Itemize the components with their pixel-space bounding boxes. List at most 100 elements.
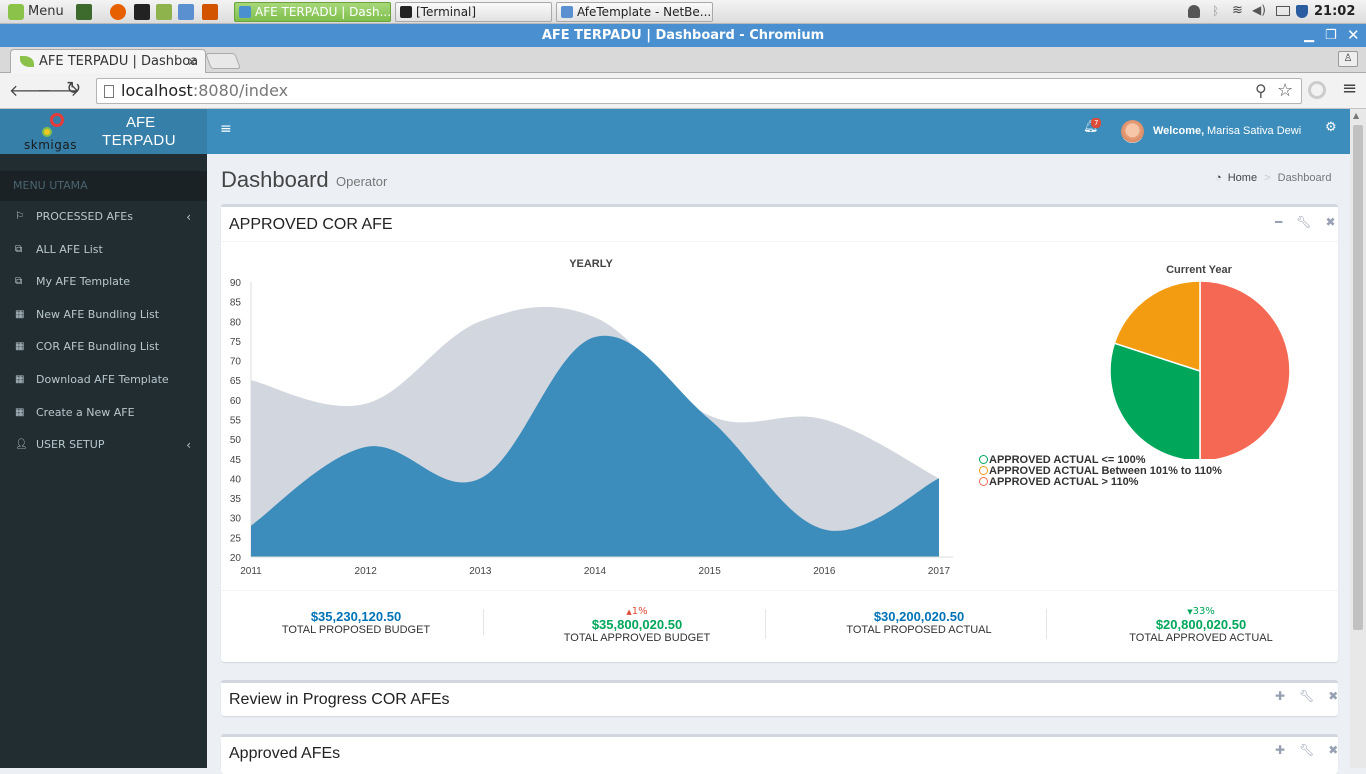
- taskbar-window-netbeans[interactable]: AfeTemplate - NetBe...: [556, 2, 713, 22]
- wrench-icon[interactable]: 🔧︎: [1296, 215, 1311, 229]
- wrench-icon[interactable]: 🔧︎: [1299, 689, 1314, 703]
- sidebar-item-my-afe-template[interactable]: ⧉ My AFE Template: [0, 266, 207, 298]
- remove-icon[interactable]: ✖: [1328, 743, 1338, 757]
- battery-icon[interactable]: [1276, 6, 1290, 16]
- new-tab-button[interactable]: [205, 53, 241, 69]
- sidebar-item-label: ALL AFE List: [36, 243, 103, 256]
- sidebar-item-processed-afes[interactable]: ⚐ PROCESSED AFEs ‹: [0, 201, 207, 233]
- terminal-icon[interactable]: [134, 4, 150, 20]
- remove-icon[interactable]: ✖: [1325, 215, 1335, 229]
- expand-icon[interactable]: ✚: [1275, 689, 1285, 703]
- notifications-button[interactable]: 🔔︎ 7: [1083, 118, 1107, 143]
- browser-tab[interactable]: AFE TERPADU | Dashboa ✕: [10, 49, 206, 74]
- user-tray-icon[interactable]: [1188, 5, 1200, 18]
- taskbar-window-chromium[interactable]: AFE TERPADU | Dash...: [234, 2, 391, 22]
- window-title: AFE TERPADU | Dashboard - Chromium: [541, 28, 825, 43]
- gears-icon[interactable]: ⚙: [1325, 120, 1337, 135]
- sidebar-item-cor-afe-bundling[interactable]: ▦ COR AFE Bundling List: [0, 331, 207, 363]
- brand-line1: AFE: [126, 114, 156, 131]
- x-tick-label: 2017: [928, 566, 951, 577]
- kpi-change: ▼33%: [1071, 607, 1331, 617]
- app-logo[interactable]: skmigas AFE TERPADU: [0, 109, 207, 154]
- close-window-icon[interactable]: ✕: [1347, 24, 1360, 47]
- sidebar-item-download-afe-template[interactable]: ▦ Download AFE Template: [0, 364, 207, 396]
- box-tools: ━ 🔧︎ ✖: [1261, 215, 1336, 229]
- user-menu[interactable]: Welcome, Marisa Sativa Dewi: [1121, 120, 1321, 144]
- sidebar-item-label: Download AFE Template: [36, 373, 169, 386]
- legend-circle-icon: [979, 477, 988, 486]
- legend-circle-icon: [979, 455, 988, 464]
- bluetooth-icon[interactable]: ᛒ: [1212, 4, 1219, 18]
- scroll-up-icon[interactable]: ▲: [1353, 111, 1359, 120]
- user-name: Marisa Sativa Dewi: [1207, 125, 1302, 137]
- kpi-divider: [1046, 609, 1047, 639]
- scrollbar-thumb[interactable]: [1353, 125, 1363, 630]
- breadcrumb-home[interactable]: Home: [1228, 172, 1257, 184]
- address-bar[interactable]: localhost:8080/index ⚲ ☆: [96, 78, 1302, 104]
- sidebar-toggle-icon[interactable]: ≡: [220, 121, 232, 137]
- sidebar-item-new-afe-bundling[interactable]: ▦ New AFE Bundling List: [0, 299, 207, 331]
- window-titlebar: AFE TERPADU | Dashboard - Chromium ▁ ❐ ✕: [0, 24, 1366, 47]
- bookmark-star-icon[interactable]: ☆: [1277, 79, 1293, 103]
- clock[interactable]: 21:02: [1314, 4, 1355, 19]
- reload-icon[interactable]: ↻: [66, 78, 81, 99]
- sidebar-item-label: COR AFE Bundling List: [36, 340, 160, 353]
- chevron-left-icon: ‹: [186, 438, 191, 452]
- pie-slice[interactable]: [1199, 280, 1291, 459]
- review-in-progress-box: Review in Progress COR AFEs ✚ 🔧︎ ✖: [221, 680, 1338, 716]
- menu-button[interactable]: Menu: [4, 2, 68, 22]
- taskbar-window-label: AFE TERPADU | Dash...: [255, 5, 391, 19]
- box-tools: ✚ 🔧︎ ✖: [1261, 743, 1338, 757]
- x-tick-label: 2015: [699, 566, 722, 577]
- minimize-icon[interactable]: ▁: [1304, 24, 1314, 47]
- kpi-label: TOTAL APPROVED ACTUAL: [1129, 632, 1273, 644]
- grid-icon: ▦: [15, 407, 25, 418]
- kpi-total-approved-budget: ▲1% $35,800,020.50 TOTAL APPROVED BUDGET: [507, 607, 767, 645]
- wifi-icon[interactable]: ≋: [1232, 3, 1243, 18]
- sidebar-item-create-new-afe[interactable]: ▦ Create a New AFE: [0, 397, 207, 429]
- expand-icon[interactable]: ✚: [1275, 743, 1285, 757]
- page-subtitle: Operator: [336, 174, 388, 189]
- wrench-icon[interactable]: 🔧︎: [1299, 743, 1314, 757]
- folder-icon[interactable]: [156, 4, 172, 20]
- shield-icon[interactable]: [1296, 5, 1308, 18]
- sublime-icon[interactable]: [202, 4, 218, 20]
- volume-icon[interactable]: ◀): [1252, 3, 1266, 17]
- profile-icon[interactable]: ♙: [1338, 51, 1358, 67]
- search-icon[interactable]: ⚲: [1255, 79, 1267, 103]
- tab-title: AFE TERPADU | Dashboa: [39, 54, 199, 69]
- x-tick-label: 2014: [584, 566, 607, 577]
- extension-icon[interactable]: [1308, 81, 1326, 99]
- y-tick-label: 90: [230, 278, 242, 289]
- close-tab-icon[interactable]: ✕: [187, 50, 197, 74]
- page-scrollbar[interactable]: ▲: [1350, 109, 1366, 768]
- y-tick-label: 25: [230, 533, 242, 544]
- sidebar: MENU UTAMA ⚐ PROCESSED AFEs ‹ ⧉ ALL AFE …: [0, 154, 207, 768]
- pie-title: Current Year: [1166, 264, 1233, 276]
- grid-icon: ▦: [15, 341, 25, 352]
- y-tick-label: 45: [230, 455, 242, 466]
- chart-title: YEARLY: [569, 258, 613, 270]
- firefox-icon[interactable]: [110, 4, 126, 20]
- url-host: localhost: [121, 81, 193, 100]
- kpi-value: $30,200,020.50: [873, 609, 965, 624]
- sidebar-item-label: USER SETUP: [36, 438, 105, 451]
- x-tick-label: 2013: [469, 566, 492, 577]
- sidebar-item-user-setup[interactable]: 👤︎ USER SETUP ‹: [0, 429, 207, 461]
- avatar: [1121, 120, 1144, 143]
- show-desktop-icon[interactable]: [76, 4, 92, 20]
- legend-item[interactable]: APPROVED ACTUAL > 110%: [979, 477, 1222, 488]
- sidebar-item-all-afe-list[interactable]: ⧉ ALL AFE List: [0, 234, 207, 266]
- chromium-icon: [239, 6, 251, 18]
- netbeans-icon[interactable]: [178, 4, 194, 20]
- kpi-label: TOTAL APPROVED BUDGET: [563, 632, 711, 644]
- menu-hamburger-icon[interactable]: ≡: [1342, 78, 1357, 99]
- breadcrumb: ◔ Home > Dashboard: [1215, 172, 1331, 184]
- maximize-icon[interactable]: ❐: [1325, 24, 1337, 47]
- remove-icon[interactable]: ✖: [1328, 689, 1338, 703]
- collapse-icon[interactable]: ━: [1275, 215, 1282, 229]
- x-tick-label: 2012: [355, 566, 378, 577]
- y-tick-label: 65: [230, 376, 242, 387]
- taskbar-window-label: AfeTemplate - NetBe...: [577, 5, 712, 19]
- taskbar-window-terminal[interactable]: [Terminal]: [395, 2, 552, 22]
